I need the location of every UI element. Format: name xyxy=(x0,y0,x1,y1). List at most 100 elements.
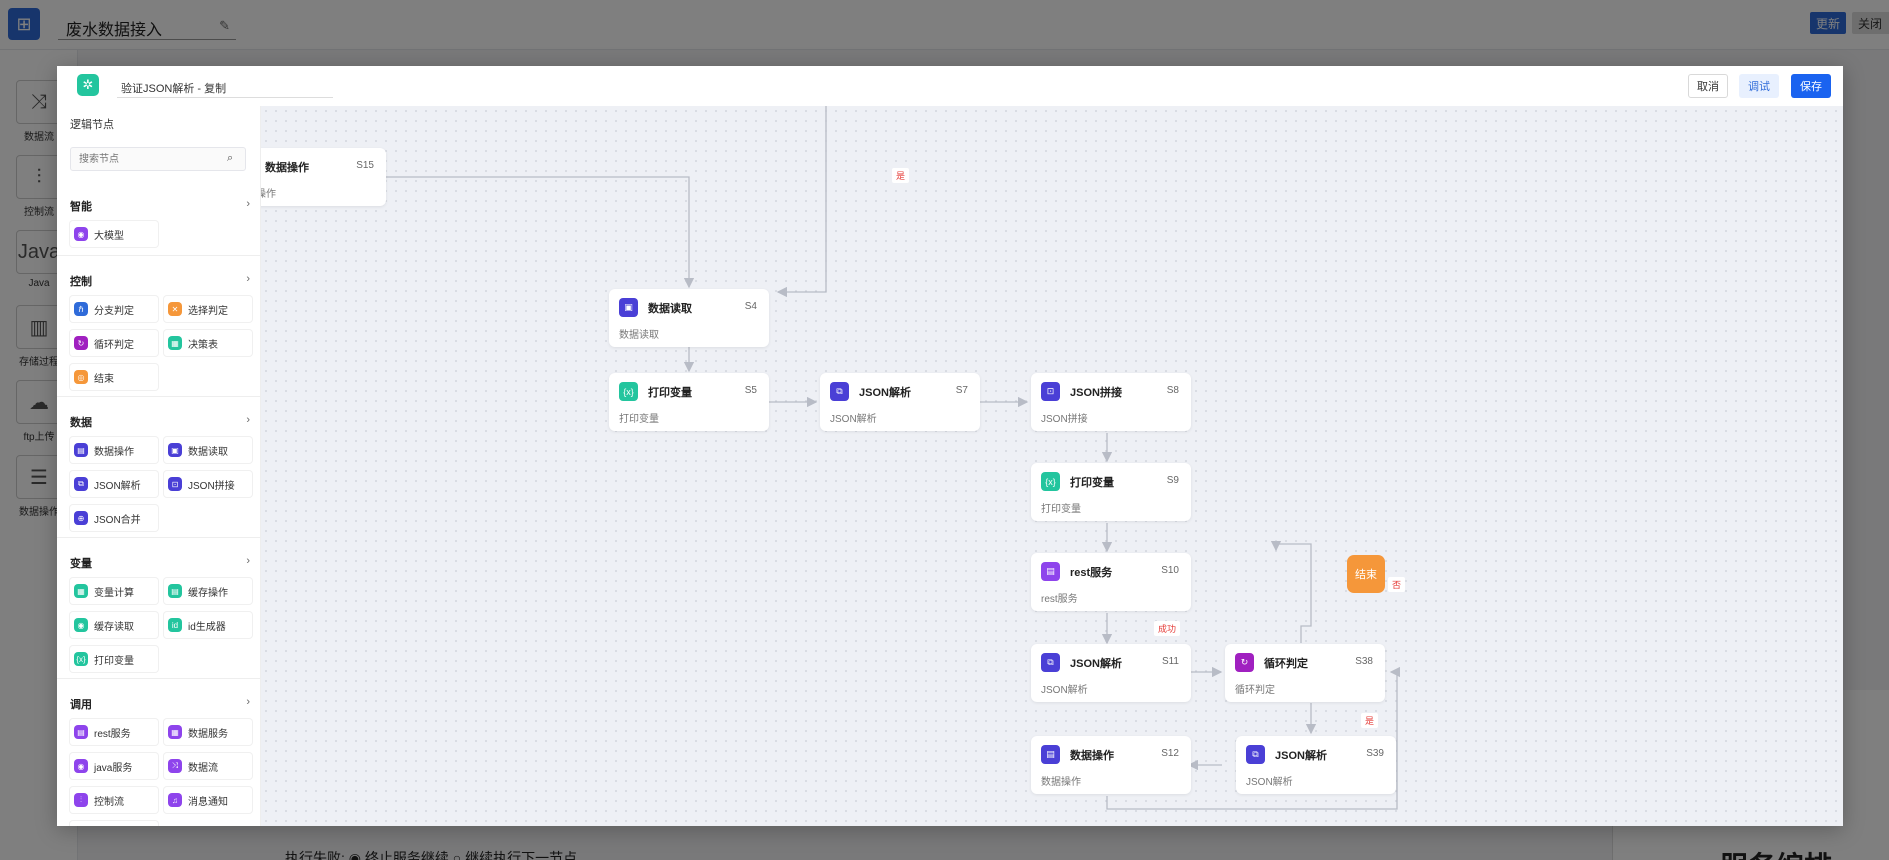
palette-node-icon: ◉ xyxy=(74,618,88,632)
node-title: 数据读取 xyxy=(648,303,692,315)
palette-node-icon: ✕ xyxy=(168,302,182,316)
palette-node-label: 控制流 xyxy=(94,796,124,808)
end-node[interactable]: 结束 xyxy=(1347,555,1385,593)
flow-node-s4[interactable]: ▣ 数据读取 S4 数据读取 xyxy=(609,289,769,347)
palette-node-icon: id xyxy=(168,618,182,632)
palette-node-icon: ▤ xyxy=(74,443,88,457)
palette-node-item[interactable]: ▣调用编排 xyxy=(70,821,158,826)
flow-node-s12[interactable]: ▤ 数据操作 S12 数据操作 xyxy=(1031,736,1191,794)
palette-node-icon: ♫ xyxy=(168,793,182,807)
palette-title: 逻辑节点 xyxy=(70,119,114,131)
save-button[interactable]: 保存 xyxy=(1791,74,1831,98)
chevron-right-icon[interactable]: › xyxy=(246,273,250,285)
debug-button[interactable]: 调试 xyxy=(1739,74,1779,98)
palette-node-icon: ⫶ xyxy=(74,793,88,807)
chevron-right-icon[interactable]: › xyxy=(246,696,250,708)
palette-node-label: 循环判定 xyxy=(94,339,134,351)
palette-node-item[interactable]: ▤ 缓存操作 xyxy=(164,578,252,604)
flow-node-s9[interactable]: {x} 打印变量 S9 打印变量 xyxy=(1031,463,1191,521)
node-type-icon: ⧉ xyxy=(1246,745,1265,764)
palette-node-item[interactable]: ✕ 选择判定 xyxy=(164,296,252,322)
flow-node-s10[interactable]: ▤ rest服务 S10 rest服务 xyxy=(1031,553,1191,611)
palette-node-label: JSON解析 xyxy=(94,480,141,492)
node-palette: 逻辑节点 ⌕ 智能 › ◉ 大模型控制 › ℏ 分支判定 ✕ 选择判定 ↻ 循环判定 ▦ 决策表 ◎ 结束数… xyxy=(57,106,261,826)
edge-s15-s4 xyxy=(386,176,695,289)
node-subtitle: JSON解析 xyxy=(830,414,877,425)
palette-node-item[interactable]: ▦ 数据服务 xyxy=(164,719,252,745)
chevron-right-icon[interactable]: › xyxy=(246,198,250,210)
node-type-icon: ⊡ xyxy=(1041,382,1060,401)
palette-category-name: 控制 xyxy=(70,276,92,288)
palette-node-item[interactable]: ⤨ 数据流 xyxy=(164,753,252,779)
flow-node-s15[interactable]: ▤数据操作S15数据操作 xyxy=(261,148,386,206)
palette-category-name: 智能 xyxy=(70,201,92,213)
palette-node-item[interactable]: ⊡ JSON拼接 xyxy=(164,471,252,497)
node-subtitle: 打印变量 xyxy=(619,414,659,425)
node-type-icon: {x} xyxy=(1041,472,1060,491)
flow-gear-icon: ✲ xyxy=(77,74,99,96)
palette-node-icon: ▣ xyxy=(168,443,182,457)
palette-node-item[interactable]: ℏ 分支判定 xyxy=(70,296,158,322)
palette-node-item[interactable]: ↻ 循环判定 xyxy=(70,330,158,356)
edge-loop-top-s4 xyxy=(776,106,827,298)
palette-node-item[interactable]: ◉ java服务 xyxy=(70,753,158,779)
category-divider xyxy=(57,396,260,397)
palette-category[interactable]: 变量 › xyxy=(70,555,250,571)
palette-node-label: JSON合并 xyxy=(94,514,141,526)
palette-node-item[interactable]: ◉ 缓存读取 xyxy=(70,612,158,638)
palette-node-label: 消息通知 xyxy=(188,796,228,808)
flow-node-s11[interactable]: ⧉ JSON解析 S11 JSON解析 xyxy=(1031,644,1191,702)
node-id: S7 xyxy=(955,385,968,396)
palette-node-item[interactable]: ◎ 结束 xyxy=(70,364,158,390)
palette-node-icon: {x} xyxy=(74,652,88,666)
palette-node-item[interactable]: {x} 打印变量 xyxy=(70,646,158,672)
node-id: S12 xyxy=(1161,748,1179,759)
palette-category[interactable]: 数据 › xyxy=(70,414,250,430)
palette-category-name: 调用 xyxy=(70,699,92,711)
palette-node-item[interactable]: ▦ 变量计算 xyxy=(70,578,158,604)
edge-label-success: 成功 xyxy=(1154,621,1181,636)
flow-node-s8[interactable]: ⊡ JSON拼接 S8 JSON拼接 xyxy=(1031,373,1191,431)
category-divider xyxy=(57,255,260,256)
palette-category[interactable]: 控制 › xyxy=(70,273,250,289)
palette-node-icon: ⤨ xyxy=(168,759,182,773)
palette-node-item[interactable]: ▦ 决策表 xyxy=(164,330,252,356)
palette-node-label: 缓存读取 xyxy=(94,621,134,633)
flow-node-s7[interactable]: ⧉ JSON解析 S7 JSON解析 xyxy=(820,373,980,431)
palette-node-item[interactable]: ♫ 消息通知 xyxy=(164,787,252,813)
node-subtitle: 数据读取 xyxy=(619,330,659,341)
search-icon[interactable]: ⌕ xyxy=(227,152,233,165)
node-title: 循环判定 xyxy=(1264,658,1308,670)
palette-node-item[interactable]: ⧉ JSON解析 xyxy=(70,471,158,497)
node-id: S38 xyxy=(1355,656,1373,667)
palette-node-item[interactable]: id id生成器 xyxy=(164,612,252,638)
palette-node-item[interactable]: ⊕ JSON合并 xyxy=(70,505,158,531)
palette-node-item[interactable]: ▤ rest服务 xyxy=(70,719,158,745)
palette-node-label: java服务 xyxy=(94,762,133,774)
palette-node-label: 数据流 xyxy=(188,762,218,774)
flow-node-s5[interactable]: {x} 打印变量 S5 打印变量 xyxy=(609,373,769,431)
cancel-button[interactable]: 取消 xyxy=(1688,74,1728,98)
node-subtitle: JSON解析 xyxy=(1041,685,1088,696)
node-type-icon: ▤ xyxy=(1041,745,1060,764)
palette-category[interactable]: 调用 › xyxy=(70,696,250,712)
palette-node-icon: ▤ xyxy=(74,725,88,739)
chevron-right-icon[interactable]: › xyxy=(246,555,250,567)
flow-node-s39[interactable]: ⧉ JSON解析 S39 JSON解析 xyxy=(1236,736,1396,794)
flow-canvas[interactable]: ▤ 数据操作 S15 数据操作 ▣ 数据读取 S4 数据读取 {x} 打印变量 S5 打印变量 ⧉ JSO… xyxy=(261,106,1843,826)
node-search-input[interactable] xyxy=(70,147,246,171)
modal-title-field[interactable]: 验证JSON解析 - 复制 xyxy=(117,76,333,98)
palette-node-item[interactable]: ◉ 大模型 xyxy=(70,221,158,247)
palette-node-item[interactable]: ▤ 数据操作 xyxy=(70,437,158,463)
palette-node-label: 选择判定 xyxy=(188,305,228,317)
chevron-right-icon[interactable]: › xyxy=(246,414,250,426)
palette-node-icon: ⧉ xyxy=(74,477,88,491)
palette-node-item[interactable]: ⫶ 控制流 xyxy=(70,787,158,813)
edge-label-no: 否 xyxy=(1388,577,1406,592)
palette-node-label: 数据操作 xyxy=(94,446,134,458)
node-id: S9 xyxy=(1166,475,1179,486)
palette-category[interactable]: 智能 › xyxy=(70,198,250,214)
flow-node-s38[interactable]: ↻ 循环判定 S38 循环判定 xyxy=(1225,644,1385,702)
palette-node-item[interactable]: ▣ 数据读取 xyxy=(164,437,252,463)
node-type-icon: ⧉ xyxy=(830,382,849,401)
